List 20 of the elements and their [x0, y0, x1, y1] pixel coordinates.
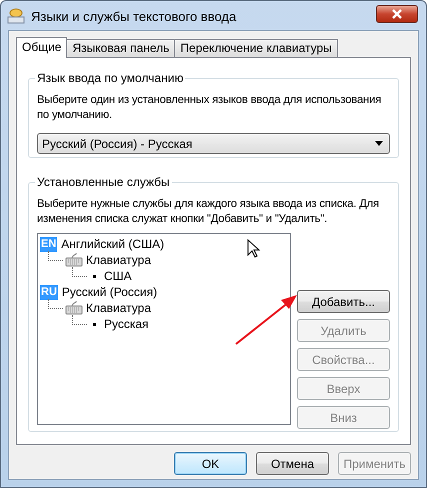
tab[interactable]: Языковая панель [66, 39, 176, 57]
tree-item[interactable]: США [104, 269, 132, 283]
tree-item[interactable]: Русская [104, 317, 149, 331]
group-title: Установленные службы [35, 175, 172, 189]
group-title: Язык ввода по умолчанию [35, 71, 186, 85]
tab[interactable]: Общие [16, 37, 68, 58]
language-badge: RU [40, 284, 58, 300]
dialog-button[interactable]: Добавить... [297, 290, 390, 313]
tree-item[interactable]: Русский (Россия) [62, 285, 158, 299]
group-description: Выберите один из установленных языков ввода для использования по умолчанию. [37, 93, 382, 123]
window-title: Языки и службы текстового ввода [31, 8, 236, 24]
group-description: Выберите нужные службы для каждого языка ввода из списка. Для изменения списка служат кнопки "Добавить" и "Удалить". [37, 197, 380, 227]
tree-item[interactable]: Английский (США) [61, 237, 164, 251]
tree-item[interactable]: Клавиатура [86, 253, 151, 267]
language-badge: EN [40, 236, 58, 252]
dialog-button[interactable]: OK [174, 452, 247, 475]
tab[interactable]: Переключение клавиатуры [174, 39, 338, 57]
dialog-button[interactable]: Отмена [256, 452, 329, 475]
language-dropdown[interactable]: Русский (Россия) - Русская [37, 133, 390, 154]
tree-item[interactable]: Клавиатура [86, 301, 151, 315]
